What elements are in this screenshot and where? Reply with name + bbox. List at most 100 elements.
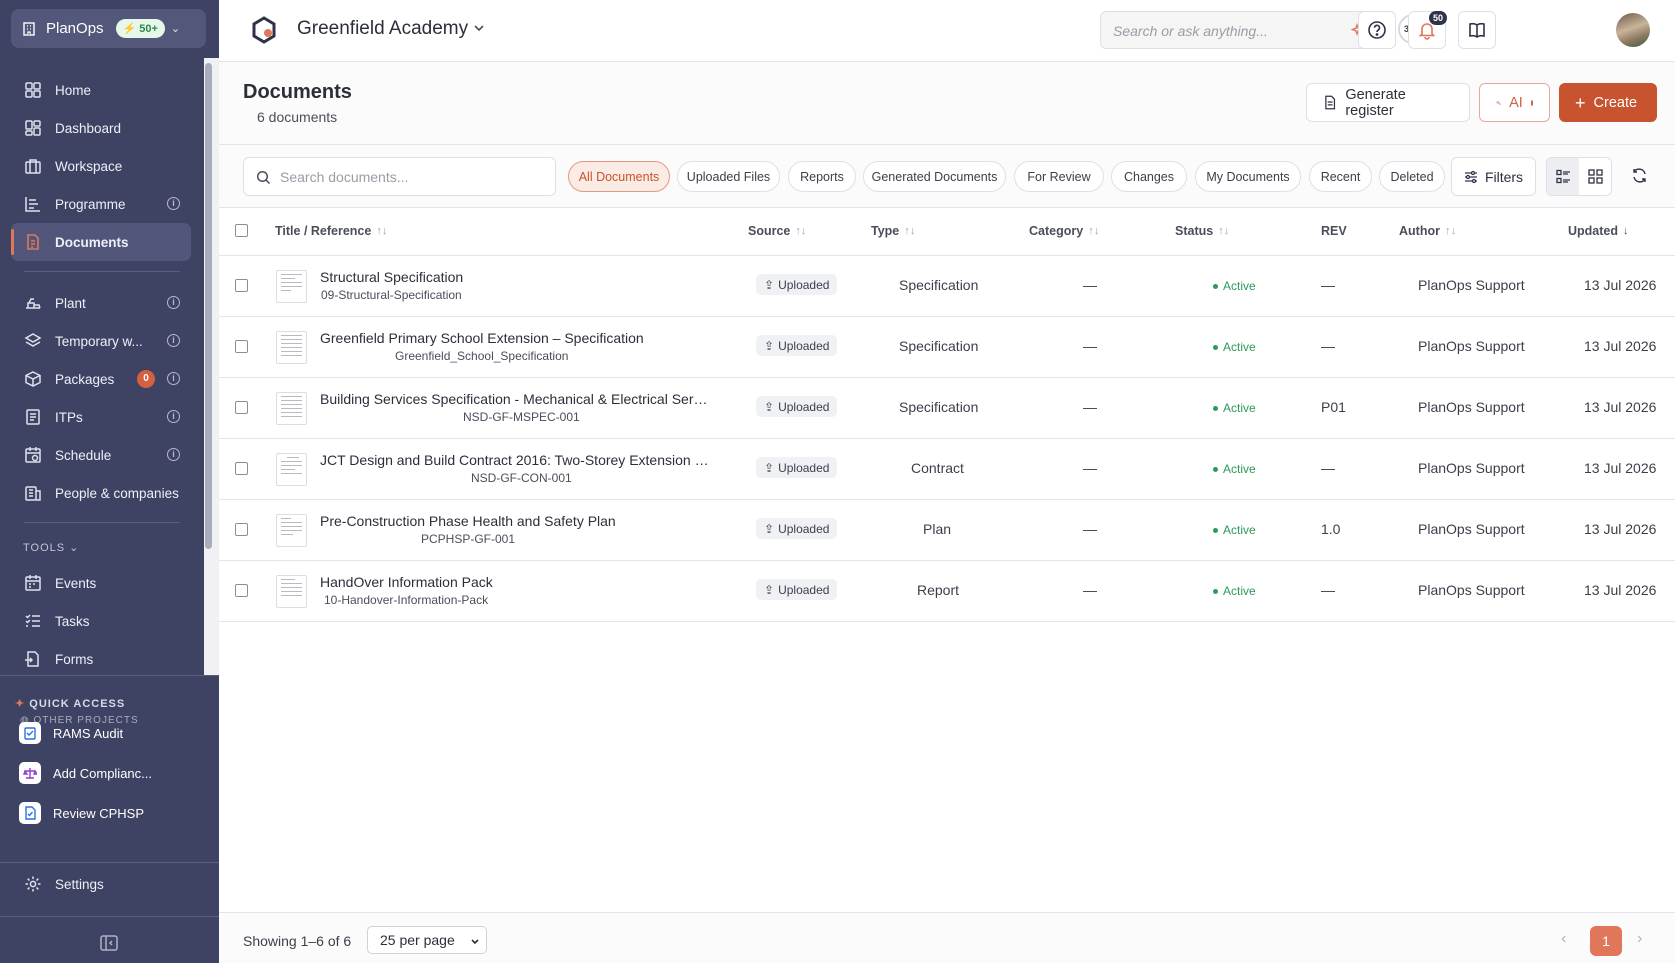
document-title[interactable]: Pre-Construction Phase Health and Safety… (320, 513, 616, 529)
notifications-button[interactable]: 50 (1408, 11, 1448, 49)
type-cell: Contract (911, 460, 964, 476)
info-icon[interactable]: i (167, 334, 180, 347)
document-title[interactable]: Structural Specification (320, 269, 463, 285)
nav-home[interactable]: Home (0, 71, 204, 109)
column-label: Status (1175, 224, 1214, 238)
chip-reports[interactable]: Reports (788, 161, 856, 192)
table-row[interactable]: Pre-Construction Phase Health and Safety… (219, 500, 1675, 561)
info-icon[interactable]: i (167, 296, 180, 309)
chip-for-review[interactable]: For Review (1014, 161, 1104, 192)
collapse-sidebar-icon[interactable] (99, 933, 119, 953)
document-title[interactable]: HandOver Information Pack (320, 574, 493, 590)
nav-settings[interactable]: Settings (24, 875, 104, 893)
document-title[interactable]: JCT Design and Build Contract 2016: Two-… (320, 452, 710, 468)
chip-deleted[interactable]: Deleted (1379, 161, 1445, 192)
nav-dashboard[interactable]: Dashboard (0, 109, 204, 147)
nav-packages[interactable]: Packages 0 i (0, 360, 204, 398)
page-header: Documents 6 documents Generate register … (219, 62, 1675, 145)
row-checkbox[interactable] (235, 523, 248, 536)
checklist-icon (26, 409, 40, 425)
row-checkbox[interactable] (235, 279, 248, 292)
quick-item-review-cphsp[interactable]: Review CPHSP (19, 801, 144, 825)
nav-forms[interactable]: Forms (0, 640, 204, 678)
category-cell: — (1083, 338, 1097, 354)
next-page-icon[interactable]: › (1637, 930, 1642, 948)
quick-item-rams-audit[interactable]: RAMS Audit (19, 721, 123, 745)
row-checkbox[interactable] (235, 401, 248, 414)
column-header-author[interactable]: Author ↑↓ (1399, 224, 1456, 238)
docs-button[interactable] (1458, 11, 1496, 49)
per-page-select[interactable]: 25 per page (367, 926, 487, 954)
list-view-button[interactable] (1547, 158, 1579, 195)
table-row[interactable]: Greenfield Primary School Extension – Sp… (219, 317, 1675, 378)
info-icon[interactable]: i (167, 372, 180, 385)
user-avatar[interactable] (1616, 13, 1650, 47)
table-row[interactable]: Structural Specification 09-Structural-S… (219, 256, 1675, 317)
nav-workspace[interactable]: Workspace (0, 147, 204, 185)
column-header-source[interactable]: Source ↑↓ (748, 224, 806, 238)
chip-changes[interactable]: Changes (1111, 161, 1187, 192)
column-label: Source (748, 224, 791, 238)
document-title[interactable]: Greenfield Primary School Extension – Sp… (320, 330, 644, 346)
project-name[interactable]: Greenfield Academy (297, 18, 468, 40)
status-label: Active (1223, 340, 1256, 354)
column-header-status[interactable]: Status ↑↓ (1175, 224, 1229, 238)
row-checkbox[interactable] (235, 340, 248, 353)
column-header-type[interactable]: Type ↑↓ (871, 224, 915, 238)
info-icon[interactable]: i (167, 197, 180, 210)
sliders-icon (1464, 170, 1477, 183)
document-title[interactable]: Building Services Specification - Mechan… (320, 391, 710, 407)
nav-people-companies[interactable]: People & companies (0, 474, 204, 512)
table-row[interactable]: HandOver Information Pack 10-Handover-In… (219, 561, 1675, 622)
row-checkbox[interactable] (235, 462, 248, 475)
refresh-icon[interactable] (1631, 167, 1648, 184)
nav-itps[interactable]: ITPs i (0, 398, 204, 436)
chip-recent[interactable]: Recent (1309, 161, 1372, 192)
column-header-category[interactable]: Category ↑↓ (1029, 224, 1099, 238)
chip-uploaded-files[interactable]: Uploaded Files (677, 161, 780, 192)
global-search-input[interactable]: Search or ask anything... (1100, 11, 1380, 49)
nav-temporary-works[interactable]: Temporary w... i (0, 322, 204, 360)
chevron-down-icon[interactable] (473, 22, 485, 34)
generate-register-button[interactable]: Generate register (1306, 83, 1470, 122)
row-checkbox[interactable] (235, 584, 248, 597)
table-row[interactable]: JCT Design and Build Contract 2016: Two-… (219, 439, 1675, 500)
quick-item-label: Add Complianc... (53, 765, 152, 781)
info-icon[interactable]: i (167, 448, 180, 461)
nav-tasks[interactable]: Tasks (0, 602, 204, 640)
column-header-title[interactable]: Title / Reference ↑↓ (275, 224, 387, 238)
column-header-updated[interactable]: Updated ↓ (1568, 224, 1629, 238)
chip-all-documents[interactable]: All Documents (568, 161, 670, 192)
previous-page-icon[interactable]: ‹ (1561, 930, 1566, 948)
help-button[interactable] (1358, 11, 1396, 49)
nav-events[interactable]: Events (0, 564, 204, 602)
page-title: Documents (243, 81, 352, 103)
app-logo-icon[interactable] (250, 16, 278, 44)
source-badge: ⇪ Uploaded (756, 579, 838, 600)
view-toggle (1546, 157, 1612, 196)
filters-button[interactable]: Filters (1451, 157, 1536, 196)
upload-icon: ⇪ (764, 521, 775, 536)
workspace-switcher[interactable]: PlanOps ⚡ 50+ ⌄ (11, 9, 206, 48)
info-icon[interactable]: i (167, 410, 180, 423)
grid-view-button[interactable] (1579, 158, 1611, 195)
document-thumbnail (276, 453, 307, 486)
table-row[interactable]: Building Services Specification - Mechan… (219, 378, 1675, 439)
sort-icon: ↑↓ (904, 225, 916, 237)
create-button[interactable]: + Create (1559, 83, 1657, 122)
nav-schedule[interactable]: Schedule i (0, 436, 204, 474)
file-icon (1325, 95, 1336, 110)
document-search-input[interactable]: Search documents... (243, 157, 556, 196)
nav-programme[interactable]: Programme i (0, 185, 204, 223)
quick-item-add-compliance[interactable]: Add Complianc... (19, 761, 152, 785)
chip-generated-documents[interactable]: Generated Documents (863, 161, 1006, 192)
nav-plant[interactable]: Plant i (0, 284, 204, 322)
sidebar-scrollbar[interactable] (205, 63, 212, 549)
chip-my-documents[interactable]: My Documents (1195, 161, 1301, 192)
source-label: Uploaded (778, 582, 830, 597)
page-1-button[interactable]: 1 (1590, 926, 1622, 956)
select-all-checkbox[interactable] (235, 224, 248, 237)
ai-button[interactable]: AI (1479, 83, 1550, 122)
nav-documents[interactable]: Documents (11, 223, 191, 261)
tools-heading[interactable]: TOOLS ⌄ (0, 535, 204, 564)
